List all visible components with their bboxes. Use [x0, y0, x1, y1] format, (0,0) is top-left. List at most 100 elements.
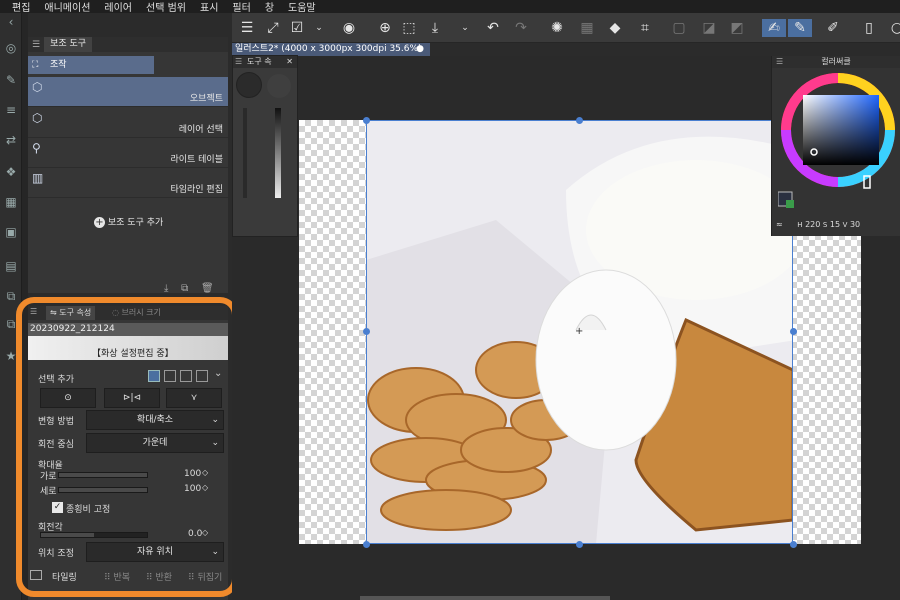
- subtool-item-light-table[interactable]: ⚲ 라이트 테이블: [28, 138, 228, 168]
- brush-secondary-swatch[interactable]: [267, 74, 291, 98]
- rotate-button[interactable]: ⊙: [40, 388, 96, 408]
- pen-icon[interactable]: ✐: [824, 19, 842, 37]
- handle-bottom-left[interactable]: [363, 541, 370, 548]
- value-s[interactable]: 15: [830, 220, 840, 229]
- tiling-expand-icon[interactable]: [30, 570, 42, 580]
- collapse-icon[interactable]: ‹: [2, 13, 20, 31]
- fill-icon[interactable]: ◆: [606, 19, 624, 37]
- chevron-down-icon[interactable]: ⌄: [456, 19, 474, 37]
- add-subtool-button[interactable]: + 보조 도구 추가: [94, 215, 163, 228]
- handle-bottom-right[interactable]: [790, 541, 797, 548]
- selection-mode-add-icon[interactable]: [164, 370, 176, 382]
- eye-icon[interactable]: ◉: [340, 19, 358, 37]
- hamburger-icon[interactable]: ☰: [238, 19, 256, 37]
- extra-icon[interactable]: ○: [888, 19, 900, 37]
- position-dropdown[interactable]: 자유 위치 ⌄: [86, 542, 224, 562]
- selection-icon[interactable]: ▢: [670, 19, 688, 37]
- subtool-item-layer-select[interactable]: ⬡ 레이어 선택: [28, 108, 228, 138]
- subtool-item-object[interactable]: ⬡ 오브젝트: [28, 77, 228, 107]
- menu-view[interactable]: 표시: [200, 0, 218, 13]
- flip-horizontal-button[interactable]: ⊳|⊲: [104, 388, 160, 408]
- tab-tool-property[interactable]: ⇋ 도구 속성: [46, 306, 96, 320]
- loading-icon[interactable]: ✺: [548, 19, 566, 37]
- menu-filter[interactable]: 필터: [232, 0, 250, 13]
- new-file-icon[interactable]: ⊕: [376, 19, 394, 37]
- redo-icon[interactable]: ↷: [512, 19, 530, 37]
- close-icon[interactable]: ●: [416, 43, 424, 56]
- handle-middle-right[interactable]: [790, 328, 797, 335]
- layer-icon[interactable]: ▤: [2, 257, 20, 275]
- width-slider[interactable]: [58, 472, 148, 478]
- pen-ruler-icon[interactable]: ✍: [762, 19, 786, 37]
- horizontal-scrollbar[interactable]: [360, 596, 610, 600]
- menu-selection[interactable]: 선택 범위: [146, 0, 186, 13]
- brush-size-slider[interactable]: [275, 108, 281, 198]
- brush-color-swatch[interactable]: [236, 72, 262, 98]
- phone-icon[interactable]: ▯: [860, 19, 878, 37]
- repeat-option[interactable]: ⠿ 반복: [104, 570, 130, 583]
- crop-icon[interactable]: ⌗: [636, 19, 654, 37]
- rotation-stepper-icon[interactable]: ◇: [202, 528, 208, 537]
- handle-top-left[interactable]: [363, 117, 370, 124]
- resize-icon[interactable]: ⤢: [264, 19, 282, 37]
- handle-top-center[interactable]: [576, 117, 583, 124]
- flip-option[interactable]: ⠿ 반환: [146, 570, 172, 583]
- center-crosshair-icon[interactable]: +: [575, 326, 583, 337]
- tab-brush-size[interactable]: ◌ 브러시 크기: [108, 306, 165, 320]
- menu-icon[interactable]: ☰: [776, 56, 783, 68]
- subtool-tab[interactable]: 보조 도구: [44, 37, 93, 52]
- star-icon[interactable]: ★: [2, 347, 20, 365]
- opacity-slider[interactable]: [243, 108, 247, 198]
- import-icon[interactable]: ⤓: [164, 283, 168, 294]
- color-wheel[interactable]: [778, 72, 898, 212]
- subtool-item-timeline-edit[interactable]: ▥ 타임라인 편집: [28, 168, 228, 198]
- handle-bottom-center[interactable]: [576, 541, 583, 548]
- menu-icon[interactable]: ☰: [28, 40, 44, 50]
- menu-animation[interactable]: 애니메이션: [44, 0, 90, 13]
- menu-icon[interactable]: ☰: [30, 307, 37, 316]
- flip-vertical-button[interactable]: ⋎: [166, 388, 222, 408]
- undo-icon[interactable]: ↶: [484, 19, 502, 37]
- menu-icon[interactable]: ☰: [235, 56, 242, 68]
- brush-ruler-icon[interactable]: ✎: [788, 19, 812, 37]
- clear-icon[interactable]: ▦: [578, 19, 596, 37]
- fill-tool-icon[interactable]: ❖: [2, 163, 20, 181]
- close-icon[interactable]: ✕: [286, 56, 293, 68]
- duplicate-icon[interactable]: ⧉: [181, 283, 188, 294]
- chevron-down-icon[interactable]: ⌄: [310, 19, 328, 37]
- stack-icon[interactable]: ⧉: [2, 287, 20, 305]
- grid-tool-icon[interactable]: ▦: [2, 193, 20, 211]
- value-v[interactable]: 30: [850, 220, 860, 229]
- selection-mode-sub-icon[interactable]: [180, 370, 192, 382]
- menu-window[interactable]: 창: [265, 0, 274, 13]
- menu-edit[interactable]: 편집: [12, 0, 30, 13]
- rotation-angle-slider[interactable]: [40, 532, 148, 538]
- frame-tool-icon[interactable]: ▣: [2, 223, 20, 241]
- keep-ratio-checkbox[interactable]: ✓: [52, 502, 63, 513]
- move-tool-icon[interactable]: ⇄: [2, 131, 20, 149]
- rotation-angle-value[interactable]: 0.0: [188, 529, 202, 539]
- width-value[interactable]: 100: [184, 469, 201, 479]
- save-icon[interactable]: ⤓: [426, 19, 444, 37]
- trash-icon[interactable]: 🗑: [201, 283, 214, 294]
- zoom-tool-icon[interactable]: ◎: [2, 39, 20, 57]
- height-value[interactable]: 100: [184, 484, 201, 494]
- mask-icon[interactable]: ◩: [728, 19, 746, 37]
- invert-icon[interactable]: ◪: [700, 19, 718, 37]
- height-stepper-icon[interactable]: ◇: [202, 483, 208, 492]
- subtool-group-header[interactable]: ⛶ 조작: [28, 56, 154, 74]
- rotation-center-dropdown[interactable]: 가운데 ⌄: [86, 433, 224, 453]
- menu-layer[interactable]: 레이어: [104, 0, 132, 13]
- height-slider[interactable]: [58, 487, 148, 493]
- open-file-icon[interactable]: ⬚: [400, 19, 418, 37]
- wrap-option[interactable]: ⠿ 뒤집기: [188, 570, 222, 583]
- stack2-icon[interactable]: ⧉: [2, 315, 20, 333]
- adjust-tool-icon[interactable]: ≡: [2, 101, 20, 119]
- check-icon[interactable]: ☑: [288, 19, 306, 37]
- chevron-down-icon[interactable]: ⌄: [214, 368, 222, 379]
- width-stepper-icon[interactable]: ◇: [202, 468, 208, 477]
- menu-help[interactable]: 도움말: [288, 0, 316, 13]
- selection-mode-select-icon[interactable]: [196, 370, 208, 382]
- handle-middle-left[interactable]: [363, 328, 370, 335]
- transform-method-dropdown[interactable]: 확대/축소 ⌄: [86, 410, 224, 430]
